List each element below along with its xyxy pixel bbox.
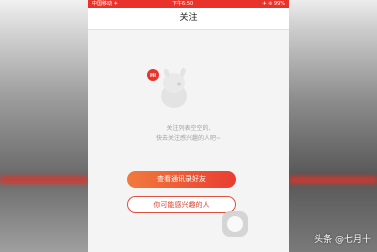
assistive-touch-button[interactable]: [222, 211, 248, 237]
hi-badge-text: Hi: [150, 73, 156, 79]
battery-indicator: ✈ ❊ 99%: [262, 1, 285, 7]
clock: 下午6:50: [172, 1, 194, 7]
watermark-label: 头条 @七月十: [314, 235, 371, 245]
blurred-background-right: [289, 0, 377, 252]
empty-state-line1: 关注列表空空的,: [166, 125, 211, 132]
background-red-streak-right: [289, 176, 377, 184]
phone-screen: 中国移动 ✈ 下午6:50 ✈ ❊ 99% 关注 Hi 关注列表空空的, 快去关…: [88, 0, 289, 252]
assistive-touch-icon: [227, 216, 243, 232]
empty-state-line2: 快去关注感兴趣的人吧~: [155, 135, 222, 142]
interested-people-button[interactable]: 你可能感兴趣的人: [127, 196, 236, 213]
status-bar: 中国移动 ✈ 下午6:50 ✈ ❊ 99%: [88, 0, 289, 8]
nav-bar: 关注: [88, 8, 289, 30]
carrier-label: 中国移动 ✈: [92, 1, 118, 7]
blurred-background-left: [0, 0, 88, 252]
background-red-streak-left: [0, 176, 88, 184]
page-title: 关注: [179, 13, 198, 23]
view-contacts-button[interactable]: 查看通讯录好友: [127, 171, 236, 188]
empty-mascot-icon: Hi: [147, 67, 187, 108]
